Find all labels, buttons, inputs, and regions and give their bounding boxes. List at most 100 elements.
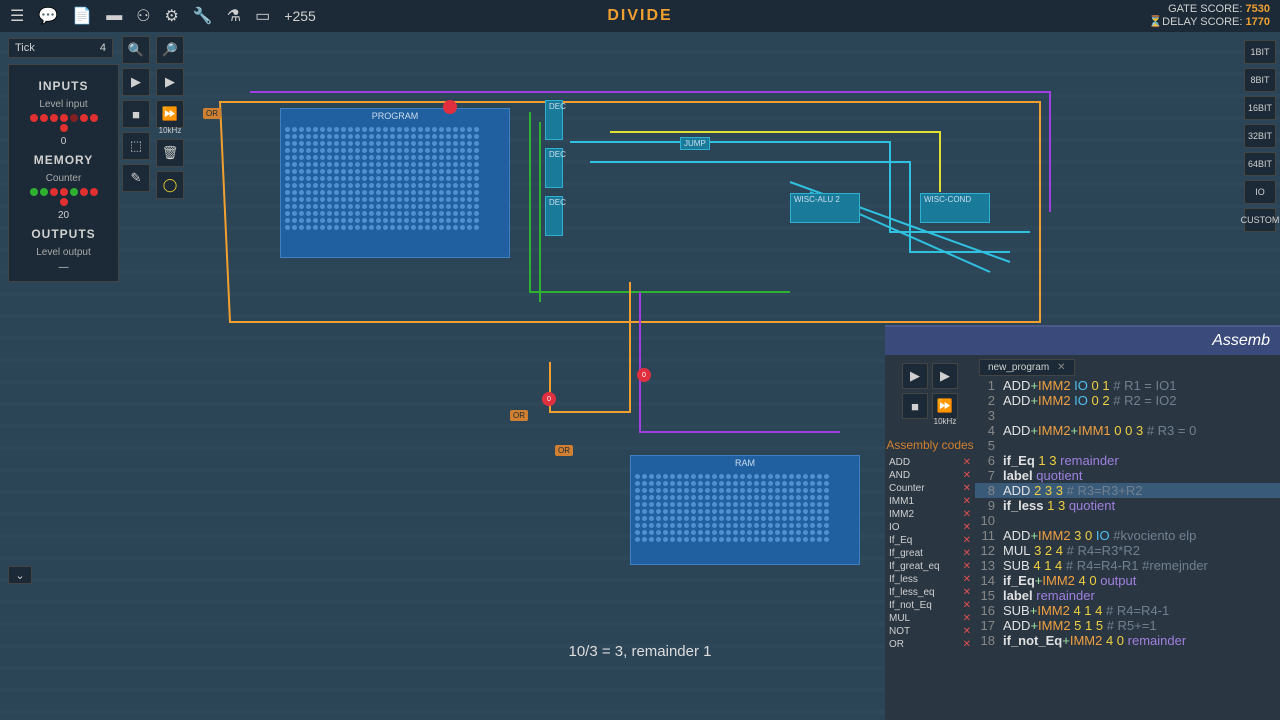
remove-code-icon[interactable]: ✕ [963, 613, 971, 624]
code-If_great[interactable]: If_great✕ [885, 547, 975, 560]
fast-button[interactable]: ⏩ [156, 100, 184, 128]
remove-code-icon[interactable]: ✕ [963, 522, 971, 533]
alu-chip[interactable]: WISC-ALU 2 [790, 193, 860, 223]
asm-fast-button[interactable]: ⏩ [932, 393, 958, 419]
score-plus: +255 [284, 8, 316, 24]
asm-tab[interactable]: new_program✕ [979, 359, 1075, 376]
bit-32bit[interactable]: 32BIT [1244, 124, 1276, 148]
code-ADD[interactable]: ADD✕ [885, 456, 975, 469]
asm-play-button[interactable]: ▶ [932, 363, 958, 389]
code-line[interactable]: 17ADD+IMM2 5 1 5 # R5+=1 [975, 618, 1280, 633]
code-line[interactable]: 16SUB+IMM2 4 1 4 # R4=R4-1 [975, 603, 1280, 618]
code-If_not_Eq[interactable]: If_not_Eq✕ [885, 599, 975, 612]
asm-stop-button[interactable]: ■ [902, 393, 928, 419]
or-gate-1[interactable]: OR [203, 108, 221, 119]
zoom-out-button[interactable]: 🔎 [156, 36, 184, 64]
menu-icon[interactable]: ☰ [10, 6, 24, 26]
probe-button[interactable]: ◯ [156, 171, 184, 199]
code-If_less_eq[interactable]: If_less_eq✕ [885, 586, 975, 599]
code-line[interactable]: 3 [975, 408, 1280, 423]
code-line[interactable]: 9if_less 1 3 quotient [975, 498, 1280, 513]
probe-1[interactable]: 0 [637, 368, 651, 382]
dec-chip-2[interactable]: DEC [545, 148, 563, 188]
bit-custom[interactable]: CUSTOM [1244, 208, 1276, 232]
cond-chip[interactable]: WISC-COND [920, 193, 990, 223]
close-tab-icon[interactable]: ✕ [1057, 362, 1065, 373]
code-line[interactable]: 18if_not_Eq+IMM2 4 0 remainder [975, 633, 1280, 648]
code-MUL[interactable]: MUL✕ [885, 612, 975, 625]
remove-code-icon[interactable]: ✕ [963, 639, 971, 650]
remove-code-icon[interactable]: ✕ [963, 509, 971, 520]
code-If_less[interactable]: If_less✕ [885, 573, 975, 586]
code-If_Eq[interactable]: If_Eq✕ [885, 534, 975, 547]
chip-icon[interactable]: ▭ [255, 6, 270, 26]
remove-code-icon[interactable]: ✕ [963, 483, 971, 494]
zoom-in-button[interactable]: 🔍 [122, 36, 150, 64]
remove-code-icon[interactable]: ✕ [963, 587, 971, 598]
code-line[interactable]: 2ADD+IMM2 IO 0 2 # R2 = IO2 [975, 393, 1280, 408]
book-icon[interactable]: ▬ [106, 7, 122, 25]
probe-3[interactable] [443, 100, 457, 114]
io-panel: INPUTS Level input 0 MEMORY Counter 20 O… [8, 64, 119, 282]
code-IMM2[interactable]: IMM2✕ [885, 508, 975, 521]
assembly-panel: Assemb ▶ ▶ ■ ⏩ 10kHz Assembly codes ADD✕… [885, 325, 1280, 720]
remove-code-icon[interactable]: ✕ [963, 574, 971, 585]
file-icon[interactable]: 📄 [72, 6, 92, 26]
tree-icon[interactable]: ⚇ [136, 6, 150, 26]
code-line[interactable]: 6if_Eq 1 3 remainder [975, 453, 1280, 468]
remove-code-icon[interactable]: ✕ [963, 535, 971, 546]
remove-code-icon[interactable]: ✕ [963, 600, 971, 611]
chat-icon[interactable]: 💬 [38, 6, 58, 26]
code-line[interactable]: 5 [975, 438, 1280, 453]
code-OR[interactable]: OR✕ [885, 638, 975, 651]
code-editor[interactable]: 1ADD+IMM2 IO 0 1 # R1 = IO12ADD+IMM2 IO … [975, 376, 1280, 650]
remove-code-icon[interactable]: ✕ [963, 457, 971, 468]
code-line[interactable]: 4ADD+IMM2+IMM1 0 0 3 # R3 = 0 [975, 423, 1280, 438]
remove-code-icon[interactable]: ✕ [963, 548, 971, 559]
bit-1bit[interactable]: 1BIT [1244, 40, 1276, 64]
stop-button[interactable]: ■ [122, 100, 150, 128]
play-button[interactable]: ▶ [156, 68, 184, 96]
or-gate-3[interactable]: OR [555, 445, 573, 456]
step-button[interactable]: ▶ [122, 68, 150, 96]
code-IO[interactable]: IO✕ [885, 521, 975, 534]
remove-code-icon[interactable]: ✕ [963, 470, 971, 481]
ram-memory[interactable]: RAM [630, 455, 860, 565]
delete-button[interactable]: 🗑 [156, 139, 184, 167]
code-line[interactable]: 12MUL 3 2 4 # R4=R3*R2 [975, 543, 1280, 558]
code-NOT[interactable]: NOT✕ [885, 625, 975, 638]
code-line[interactable]: 7label quotient [975, 468, 1280, 483]
code-line[interactable]: 10 [975, 513, 1280, 528]
code-If_great_eq[interactable]: If_great_eq✕ [885, 560, 975, 573]
jump-chip[interactable]: JUMP [680, 137, 710, 150]
code-IMM1[interactable]: IMM1✕ [885, 495, 975, 508]
flask-icon[interactable]: ⚗ [227, 6, 241, 26]
code-line[interactable]: 1ADD+IMM2 IO 0 1 # R1 = IO1 [975, 378, 1280, 393]
code-line[interactable]: 13SUB 4 1 4 # R4=R4-R1 #remejnder [975, 558, 1280, 573]
code-line[interactable]: 14if_Eq+IMM2 4 0 output [975, 573, 1280, 588]
code-Counter[interactable]: Counter✕ [885, 482, 975, 495]
expand-console-button[interactable]: ⌄ [8, 566, 32, 584]
dec-chip-3[interactable]: DEC [545, 196, 563, 236]
bit-64bit[interactable]: 64BIT [1244, 152, 1276, 176]
code-line[interactable]: 8ADD 2 3 3 # R3=R3+R2 [975, 483, 1280, 498]
remove-code-icon[interactable]: ✕ [963, 561, 971, 572]
code-line[interactable]: 15label remainder [975, 588, 1280, 603]
code-line[interactable]: 11ADD+IMM2 3 0 IO #kvociento elp [975, 528, 1280, 543]
or-gate-2[interactable]: OR [510, 410, 528, 421]
select-button[interactable]: ⬚ [122, 132, 150, 160]
bit-8bit[interactable]: 8BIT [1244, 68, 1276, 92]
score-block: GATE SCORE: 7530 ⏳DELAY SCORE: 1770 [1148, 3, 1270, 29]
remove-code-icon[interactable]: ✕ [963, 626, 971, 637]
code-AND[interactable]: AND✕ [885, 469, 975, 482]
gear-icon[interactable]: ⚙ [165, 6, 179, 26]
edit-button[interactable]: ✎ [122, 164, 150, 192]
wrench-icon[interactable]: 🔧 [193, 6, 213, 26]
program-memory[interactable]: PROGRAM [280, 108, 510, 258]
dec-chip-1[interactable]: DEC [545, 100, 563, 140]
probe-2[interactable]: 0 [542, 392, 556, 406]
asm-step-button[interactable]: ▶ [902, 363, 928, 389]
bit-16bit[interactable]: 16BIT [1244, 96, 1276, 120]
remove-code-icon[interactable]: ✕ [963, 496, 971, 507]
bit-io[interactable]: IO [1244, 180, 1276, 204]
